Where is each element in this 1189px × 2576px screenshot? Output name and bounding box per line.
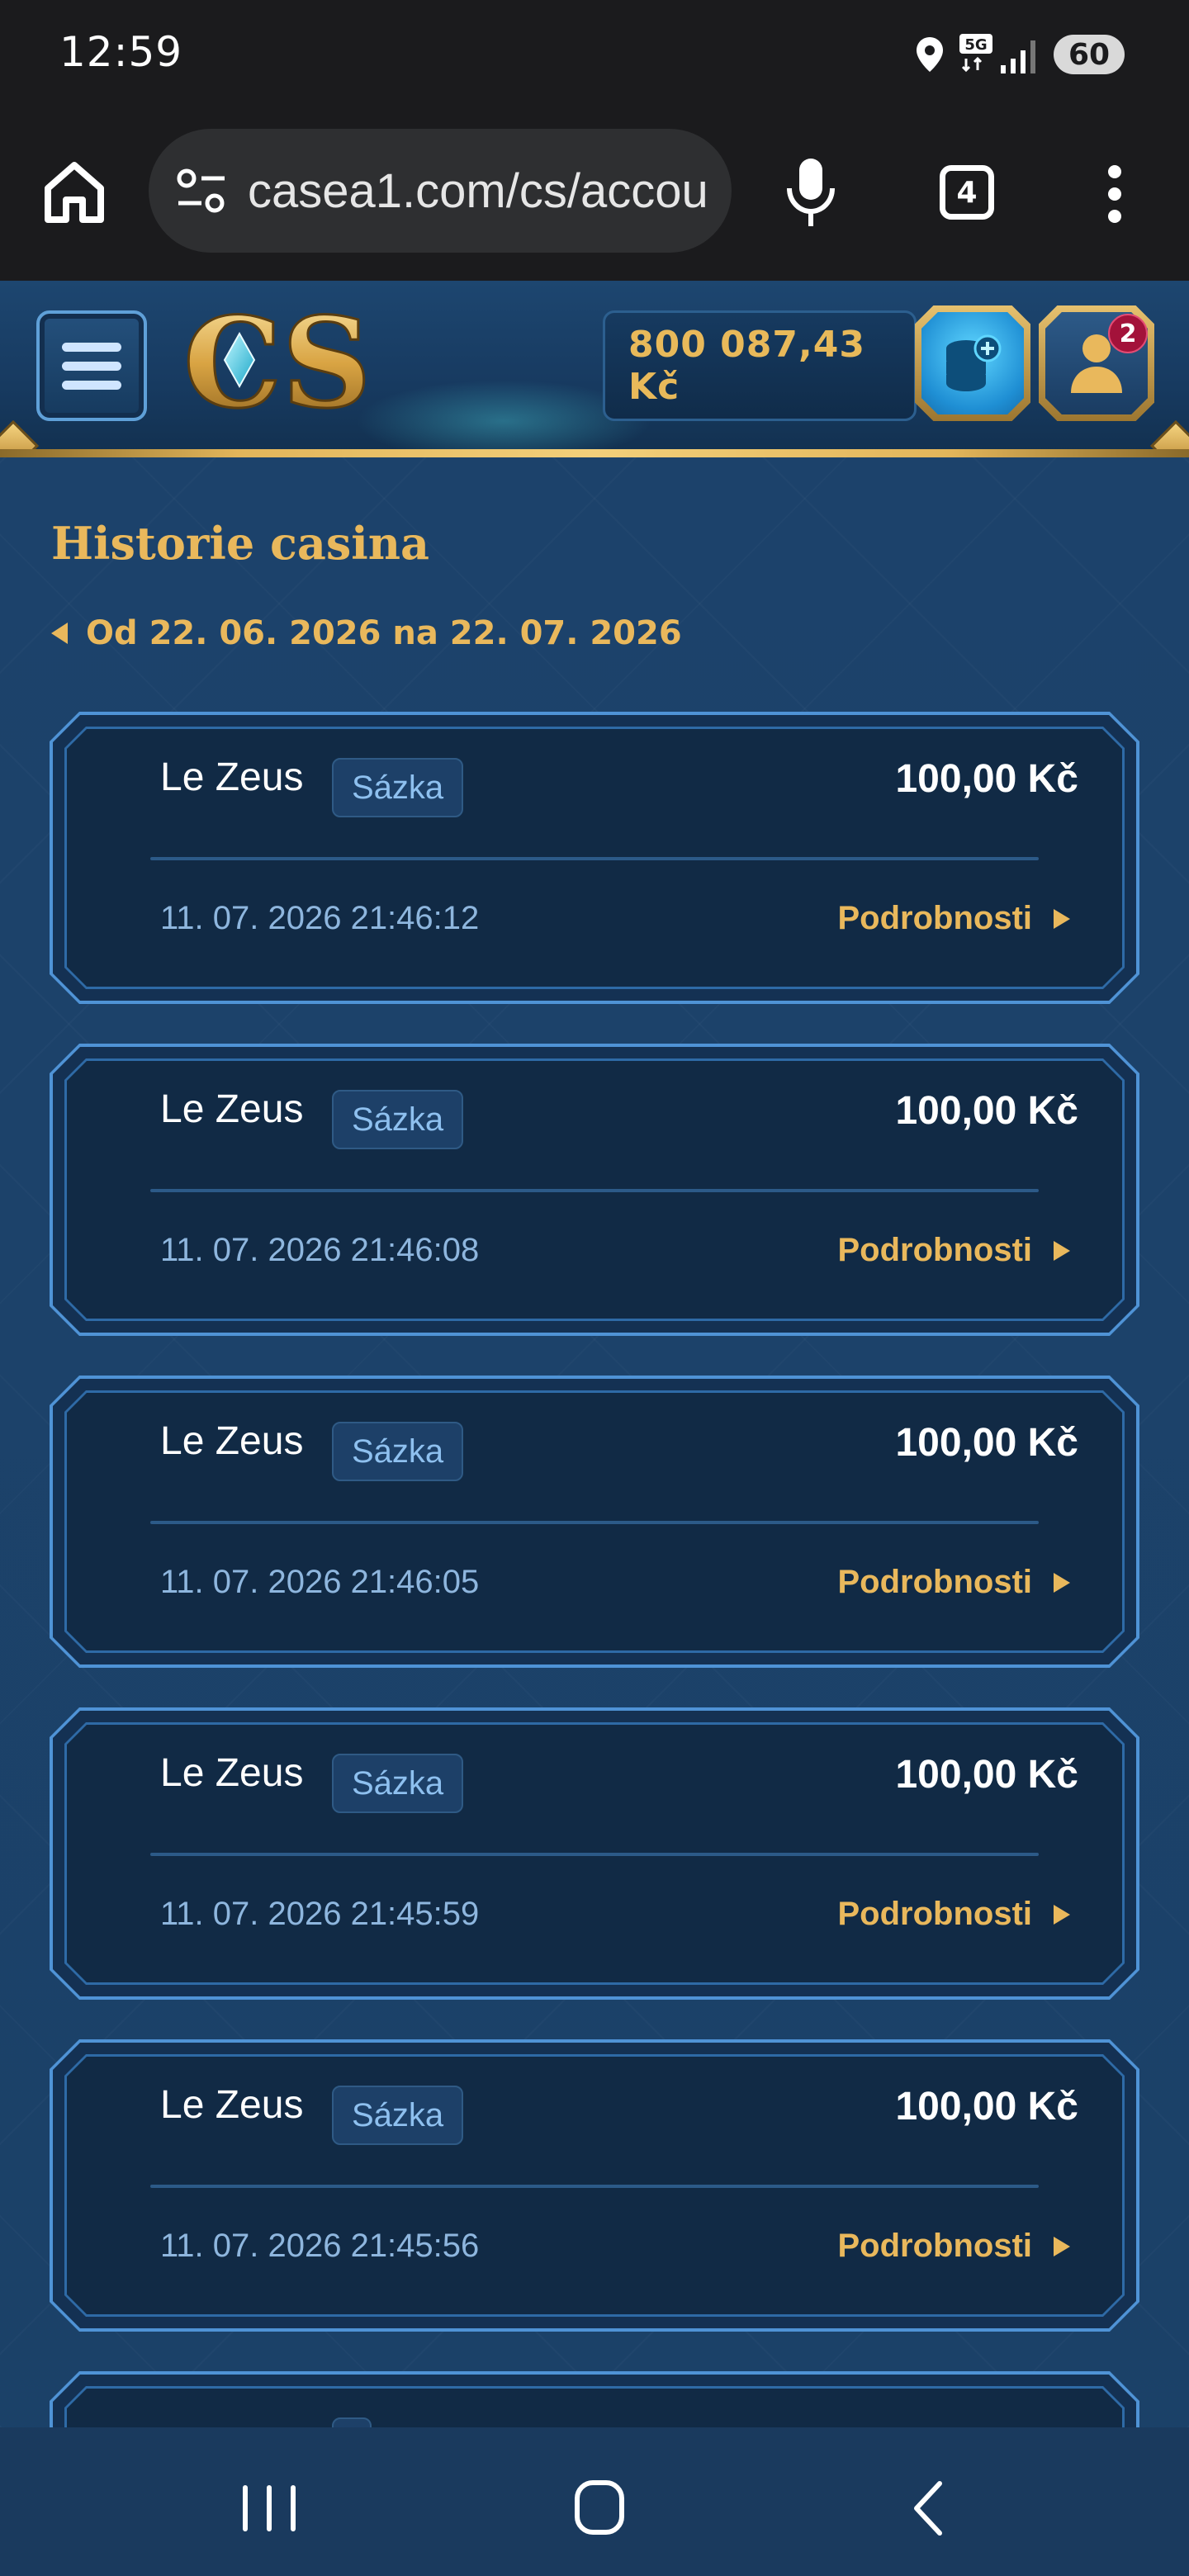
- transaction-card[interactable]: Le Zeus Sázka 100,00 Kč 11. 07. 2026 21:…: [50, 1707, 1139, 2000]
- details-label: Podrobnosti: [837, 1896, 1032, 1932]
- notification-badge: 2: [1108, 314, 1148, 353]
- site-logo[interactable]: CS: [182, 290, 396, 438]
- game-name: Le Zeus: [160, 1751, 304, 1795]
- status-icons: 5G 60: [915, 30, 1125, 79]
- browser-home-button[interactable]: [40, 157, 109, 226]
- transaction-type-badge: Sázka: [332, 1090, 463, 1149]
- game-name: Le Zeus: [160, 755, 304, 799]
- date-range-selector[interactable]: Od 22. 06. 2026 na 22. 07. 2026: [51, 614, 682, 652]
- status-bar: 12:59 5G 60: [0, 0, 1189, 111]
- card-divider: [150, 1521, 1039, 1524]
- details-link[interactable]: Podrobnosti: [837, 900, 1070, 937]
- site-settings-icon[interactable]: [177, 167, 226, 215]
- game-name: Le Zeus: [160, 2083, 304, 2127]
- transaction-amount: 100,00 Kč: [895, 1753, 1078, 1797]
- browser-toolbar: casea1.com/cs/account 4: [0, 111, 1189, 281]
- transaction-card[interactable]: Le Zeus Sázka 100,00 Kč 11. 07. 2026 21:…: [50, 1044, 1139, 1336]
- details-link[interactable]: Podrobnosti: [837, 2228, 1070, 2265]
- game-name: Le Zeus: [160, 1419, 304, 1463]
- card-divider: [150, 857, 1039, 860]
- recent-apps-button[interactable]: [243, 2485, 296, 2531]
- caret-right-icon: [1054, 909, 1070, 929]
- date-range-label: Od 22. 06. 2026 na 22. 07. 2026: [86, 614, 682, 652]
- details-label: Podrobnosti: [837, 2228, 1032, 2264]
- caret-right-icon: [1054, 1905, 1070, 1925]
- casino-history-page: Historie casina Od 22. 06. 2026 na 22. 0…: [0, 457, 1189, 2427]
- details-label: Podrobnosti: [837, 1564, 1032, 1600]
- browser-menu-button[interactable]: [1103, 163, 1126, 225]
- svg-text:CS: CS: [183, 301, 372, 424]
- cs-logo-icon: CS: [182, 290, 373, 438]
- recents-bar: [243, 2485, 248, 2531]
- recents-bar: [267, 2485, 272, 2531]
- caret-right-icon: [1054, 1573, 1070, 1593]
- page-title: Historie casina: [51, 517, 430, 570]
- transaction-type-badge: [332, 2417, 372, 2427]
- transaction-amount: 100,00 Kč: [895, 1089, 1078, 1133]
- transaction-datetime: 11. 07. 2026 21:46:08: [160, 1232, 480, 1268]
- more-vert-icon: [1108, 165, 1121, 223]
- back-chevron-icon: [914, 2481, 942, 2536]
- system-navigation-bar: [0, 2427, 1189, 2576]
- details-link[interactable]: Podrobnosti: [837, 1896, 1070, 1933]
- battery-indicator: 60: [1054, 35, 1125, 74]
- details-link[interactable]: Podrobnosti: [837, 1564, 1070, 1601]
- card-divider: [150, 1853, 1039, 1856]
- status-time: 12:59: [59, 28, 183, 76]
- transaction-type-badge: Sázka: [332, 1754, 463, 1813]
- details-label: Podrobnosti: [837, 1232, 1032, 1268]
- details-label: Podrobnosti: [837, 900, 1032, 936]
- site-header: CS 800 087,43 Kč 2: [0, 281, 1189, 472]
- hamburger-menu-button[interactable]: [36, 310, 147, 421]
- deposit-button-face: [921, 312, 1024, 414]
- caret-right-icon: [1054, 1241, 1070, 1261]
- transaction-type-badge: Sázka: [332, 1422, 463, 1481]
- home-icon: [45, 162, 104, 223]
- system-back-button[interactable]: [912, 2480, 945, 2536]
- game-name: Le Zeus: [160, 1087, 304, 1131]
- transaction-datetime: 11. 07. 2026 21:46:05: [160, 1564, 480, 1600]
- system-home-button[interactable]: [575, 2480, 624, 2535]
- network-signal-icon: 5G: [959, 34, 1039, 75]
- transaction-type-badge: Sázka: [332, 2086, 463, 2145]
- hamburger-line: [62, 342, 121, 352]
- hamburger-line: [62, 380, 121, 390]
- deposit-button[interactable]: [915, 305, 1030, 421]
- transaction-amount: 100,00 Kč: [895, 757, 1078, 801]
- balance-display[interactable]: 800 087,43 Kč: [603, 310, 917, 421]
- caret-left-icon: [51, 623, 68, 644]
- transaction-card[interactable]: Le Zeus Sázka 100,00 Kč 11. 07. 2026 21:…: [50, 2039, 1139, 2332]
- microphone-icon: [787, 159, 835, 226]
- caret-right-icon: [1054, 2237, 1070, 2256]
- transaction-type-badge: Sázka: [332, 758, 463, 817]
- transaction-amount: 100,00 Kč: [895, 1421, 1078, 1465]
- transaction-card[interactable]: Le Zeus Sázka 100,00 Kč 11. 07. 2026 21:…: [50, 712, 1139, 1004]
- voice-search-button[interactable]: [784, 157, 837, 228]
- transaction-datetime: 11. 07. 2026 21:45:59: [160, 1896, 480, 1932]
- tab-switcher-button[interactable]: 4: [940, 165, 994, 220]
- url-text[interactable]: casea1.com/cs/account: [248, 163, 710, 219]
- coins-deposit-icon: [946, 334, 1002, 391]
- details-link[interactable]: Podrobnosti: [837, 1232, 1070, 1269]
- svg-text:5G: 5G: [964, 36, 987, 54]
- transaction-card[interactable]: Le Zeus Sázka 100,00 Kč 11. 07. 2026 21:…: [50, 1376, 1139, 1668]
- recents-bar: [291, 2485, 296, 2531]
- address-bar[interactable]: casea1.com/cs/account: [149, 129, 732, 253]
- location-icon: [915, 36, 945, 73]
- transaction-datetime: 11. 07. 2026 21:45:56: [160, 2228, 480, 2264]
- card-divider: [150, 2185, 1039, 2188]
- hamburger-line: [62, 361, 121, 371]
- card-divider: [150, 1189, 1039, 1192]
- transaction-amount: 100,00 Kč: [895, 2085, 1078, 2129]
- transaction-datetime: 11. 07. 2026 21:46:12: [160, 900, 480, 936]
- transaction-card-partial[interactable]: [50, 2371, 1139, 2427]
